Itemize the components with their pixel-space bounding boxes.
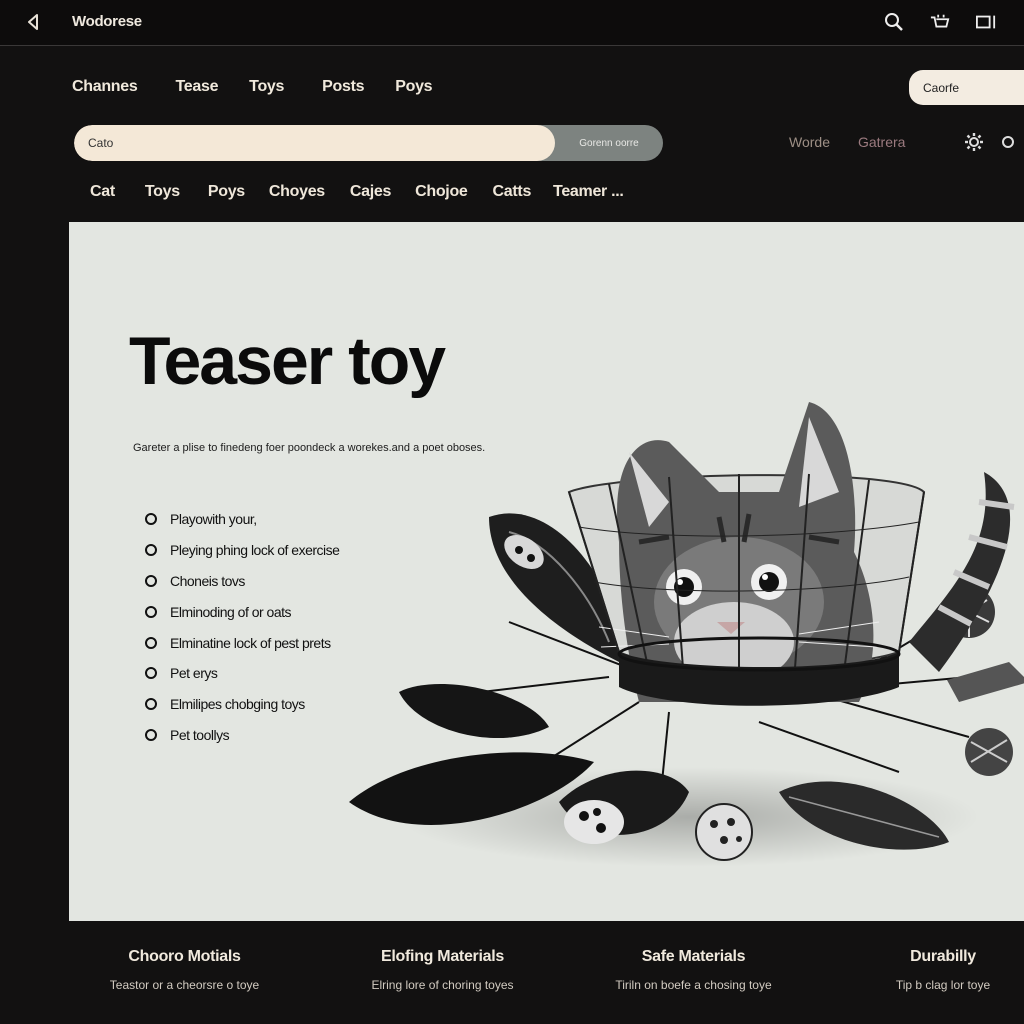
tag-catts[interactable]: Catts xyxy=(493,183,532,201)
filter-link-gatrera[interactable]: Gatrera xyxy=(858,134,905,150)
bullet-icon xyxy=(145,574,157,587)
cat-toy-illustration xyxy=(349,402,1024,867)
search-bar: Gorenn oorre xyxy=(74,125,663,161)
bullet-icon xyxy=(145,544,157,557)
top-icons xyxy=(884,11,996,33)
tag-teamer[interactable]: Teamer ... xyxy=(553,183,624,201)
bullet-icon xyxy=(145,728,157,741)
list-item: Elminoding of or oats xyxy=(145,596,339,627)
nav-item-tease[interactable]: Tease xyxy=(175,78,218,96)
feature-column-title: Durabilly xyxy=(910,948,976,965)
nav-item-posts[interactable]: Posts xyxy=(322,78,364,96)
search-icon[interactable] xyxy=(884,11,904,33)
feature-column-subtitle: Tiriln on boefe a chosing toye xyxy=(615,978,772,992)
profile-circle-icon[interactable] xyxy=(1002,136,1014,148)
list-item: Elminatine lock of pest prets xyxy=(145,627,339,658)
list-item: Playowith your, xyxy=(145,504,339,535)
feature-column: Safe Materials Tiriln on boefe a chosing… xyxy=(596,948,791,992)
filter-links: Worde Gatrera xyxy=(789,134,905,150)
tag-poys[interactable]: Poys xyxy=(208,183,245,201)
feature-column-title: Chooro Motials xyxy=(128,948,241,965)
list-item: Elmilipes chobging toys xyxy=(145,689,339,720)
search-input[interactable] xyxy=(74,125,555,161)
category-tags: Cat Toys Poys Choyes Cajes Chojoe Catts … xyxy=(90,183,624,201)
feature-columns: Chooro Motials Teastor or a cheorsre o t… xyxy=(0,948,1024,1008)
filter-link-worde[interactable]: Worde xyxy=(789,134,830,150)
nav-item-toys[interactable]: Toys xyxy=(249,78,284,96)
list-item: Pet toollys xyxy=(145,720,339,751)
bullet-icon xyxy=(145,698,157,711)
list-item: Pleying phing lock of exercise xyxy=(145,535,340,566)
bullet-icon xyxy=(145,636,157,649)
primary-nav: Channes Tease Toys Posts Poys xyxy=(72,78,433,96)
tag-choyes[interactable]: Choyes xyxy=(269,183,325,201)
feature-column-subtitle: Tip b clag lor toye xyxy=(895,978,991,992)
hero-banner: Teaser toy Gareter a plise to finedeng f… xyxy=(69,222,1024,921)
nav-item-poys[interactable]: Poys xyxy=(395,78,432,96)
list-item: Pet erys xyxy=(145,658,339,689)
top-bar: Wodorese xyxy=(0,0,1024,46)
back-icon[interactable] xyxy=(24,12,42,32)
feature-list: Playowith your, Pleying phing lock of ex… xyxy=(145,504,340,751)
feature-column-title: Safe Materials xyxy=(641,948,746,965)
tag-toys[interactable]: Toys xyxy=(145,183,180,201)
feature-column: Durabilly Tip b clag lor toye xyxy=(868,948,1018,992)
feature-column-title: Elofing Materials xyxy=(381,948,504,965)
window-icon[interactable] xyxy=(976,11,996,33)
feature-column-subtitle: Elring lore of choring toyes xyxy=(371,978,514,992)
list-item: Choneis tovs xyxy=(145,566,339,597)
nav-item-channes[interactable]: Channes xyxy=(72,78,138,96)
cart-icon[interactable] xyxy=(930,11,950,33)
account-button[interactable]: Caorfe xyxy=(909,70,1024,105)
bullet-icon xyxy=(145,513,157,526)
tag-chojoe[interactable]: Chojoe xyxy=(415,183,468,201)
feature-column-subtitle: Teastor or a cheorsre o toye xyxy=(109,978,260,992)
bullet-icon xyxy=(145,605,157,618)
tag-cajes[interactable]: Cajes xyxy=(350,183,392,201)
tag-cat[interactable]: Cat xyxy=(90,183,115,201)
feature-column: Chooro Motials Teastor or a cheorsre o t… xyxy=(92,948,277,992)
feature-column: Elofing Materials Elring lore of choring… xyxy=(350,948,535,992)
app-title: Wodorese xyxy=(72,13,142,30)
settings-icon[interactable] xyxy=(964,132,984,152)
bullet-icon xyxy=(145,667,157,680)
